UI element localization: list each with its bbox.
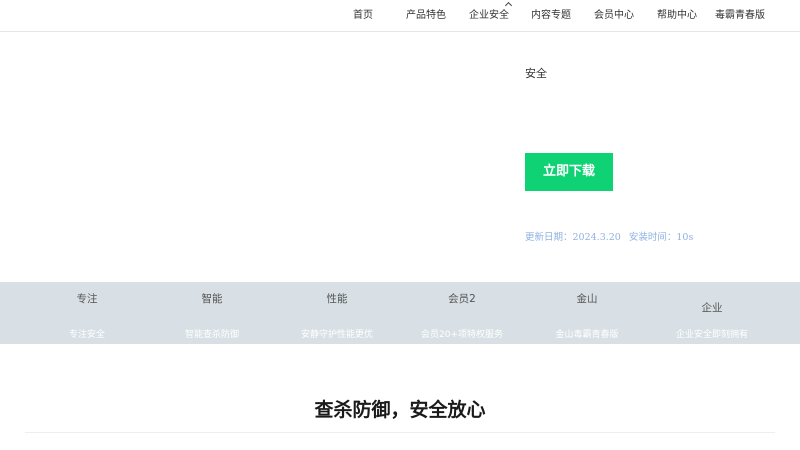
- hero-label: 安全: [525, 67, 547, 80]
- divider: [25, 432, 775, 433]
- feature-strip: 专注 专注安全 智能 智能查杀防御 性能 安静守护性能更优 会员2 会员20+项…: [0, 282, 800, 344]
- feature-title: 专注: [76, 293, 98, 305]
- update-date: 更新日期：2024.3.20: [525, 232, 621, 243]
- feature-desc: 安静守护性能更优: [300, 330, 373, 340]
- feature-desc: 智能查杀防御: [184, 330, 239, 340]
- feature-desc: 企业安全即刻拥有: [675, 330, 748, 340]
- nav-help-center[interactable]: 帮助中心: [657, 0, 697, 32]
- download-meta: 更新日期：2024.3.20 安装时间：10s: [525, 229, 693, 243]
- feature-title: 金山: [576, 293, 598, 305]
- chevron-up-icon: [504, 1, 513, 10]
- feature-title: 智能: [201, 293, 223, 305]
- nav-member-center[interactable]: 会员中心: [594, 0, 634, 32]
- feature-title: 会员2: [448, 293, 476, 305]
- feature-desc: 专注安全: [68, 330, 105, 340]
- download-button[interactable]: 立即下载: [525, 153, 613, 191]
- top-navigation: 首页 产品特色 企业安全 内容专题 会员中心 帮助中心 毒霸青春版: [0, 0, 800, 32]
- nav-enterprise-security[interactable]: 企业安全: [469, 0, 513, 32]
- nav-home[interactable]: 首页: [353, 0, 373, 32]
- install-time: 安装时间：10s: [628, 232, 694, 243]
- nav-youth-edition[interactable]: 毒霸青春版: [715, 0, 765, 32]
- nav-enterprise-security-label: 企业安全: [469, 10, 509, 21]
- section-title: 查杀防御，安全放心: [314, 399, 486, 421]
- feature-title: 性能: [326, 293, 348, 305]
- feature-desc: 会员20+项特权服务: [421, 330, 503, 340]
- nav-content-topics[interactable]: 内容专题: [531, 0, 571, 32]
- feature-desc: 金山毒霸青春版: [555, 330, 619, 340]
- nav-features[interactable]: 产品特色: [406, 0, 446, 32]
- feature-title: 企业: [701, 302, 723, 314]
